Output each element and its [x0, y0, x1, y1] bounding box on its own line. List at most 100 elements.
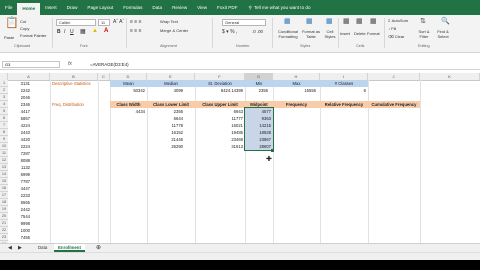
- freq-header-class-width[interactable]: Class Width: [110, 101, 147, 108]
- fx-icon[interactable]: fx: [68, 60, 72, 69]
- tell-me-box[interactable]: ⚲ Tell me what you want to do: [248, 5, 310, 11]
- cell-a-value[interactable]: 4447: [8, 185, 32, 192]
- freq-distribution-label[interactable]: Freq. Distribution: [52, 101, 102, 108]
- row-header[interactable]: 2: [0, 87, 8, 94]
- column-header[interactable]: K: [420, 73, 480, 80]
- cell-a-value[interactable]: 5565: [8, 199, 32, 206]
- row-header[interactable]: 15: [0, 178, 8, 185]
- row-header[interactable]: 9: [0, 136, 8, 143]
- row-header[interactable]: 17: [0, 192, 8, 199]
- stat-value-max[interactable]: 15556: [273, 87, 318, 94]
- lower-limit-cell[interactable]: 11778: [147, 122, 185, 129]
- upper-limit-cell[interactable]: 19485: [195, 129, 245, 136]
- column-header[interactable]: B: [50, 73, 98, 80]
- sort-filter-icon[interactable]: ⇅: [420, 18, 426, 26]
- freq-header-frequency[interactable]: Frequency: [273, 101, 320, 108]
- column-header[interactable]: D: [110, 73, 147, 80]
- row-header[interactable]: 11: [0, 150, 8, 157]
- cell-a-value[interactable]: 3131: [8, 80, 32, 87]
- lower-limit-cell[interactable]: 2356: [147, 108, 185, 115]
- align-left-icons[interactable]: ≡ ≡ ≡: [130, 28, 142, 34]
- copy-button[interactable]: Copy: [20, 26, 29, 31]
- formula-input[interactable]: =AVERAGE(D3:E4): [90, 60, 129, 69]
- paste-icon[interactable]: 📋: [5, 18, 19, 29]
- autosum-button[interactable]: Σ AutoSum: [388, 18, 408, 23]
- cell-a-value[interactable]: 7787: [8, 178, 32, 185]
- cell-a-value[interactable]: 2442: [8, 206, 32, 213]
- cell-a-value[interactable]: 4224: [8, 122, 32, 129]
- bold-button[interactable]: B: [57, 29, 61, 35]
- upper-limit-cell[interactable]: 23469: [195, 136, 245, 143]
- stat-value-classes[interactable]: 6: [320, 87, 368, 94]
- stat-header-min[interactable]: Min: [245, 80, 273, 87]
- delete-cells-button[interactable]: Delete: [354, 31, 366, 36]
- paste-button[interactable]: Paste: [4, 35, 14, 40]
- cell-a-value[interactable]: 8088: [8, 157, 32, 164]
- row-header[interactable]: 19: [0, 206, 8, 213]
- tab-review[interactable]: Review: [167, 0, 192, 15]
- row-header[interactable]: 13: [0, 164, 8, 171]
- freq-header-lower-limit[interactable]: Class Lower Limit: [147, 101, 195, 108]
- stat-value-median[interactable]: 4099: [147, 87, 185, 94]
- class-width-value[interactable]: 4434: [110, 108, 147, 115]
- clear-button[interactable]: ⌫ Clear: [388, 34, 404, 39]
- row-header[interactable]: 21: [0, 220, 8, 227]
- cell-a-value[interactable]: 9998: [8, 220, 32, 227]
- row-header[interactable]: 4: [0, 101, 8, 108]
- tab-file[interactable]: File: [0, 0, 17, 15]
- tab-home[interactable]: Home: [17, 3, 41, 15]
- cell-a-value[interactable]: 2346: [8, 101, 32, 108]
- font-size-buttons[interactable]: Aˆ Aˇ: [113, 19, 124, 25]
- cell-styles-button[interactable]: Cell Styles: [322, 29, 338, 39]
- cell-a-value[interactable]: 7544: [8, 213, 32, 220]
- format-cells-icon[interactable]: ▦: [370, 18, 377, 26]
- underline-button[interactable]: U: [70, 29, 74, 35]
- number-format-select[interactable]: General: [222, 19, 266, 26]
- sheet-tab-enrollment[interactable]: Enrollment: [54, 244, 85, 252]
- merge-center-button[interactable]: Merge & Center: [160, 28, 188, 33]
- align-top-icons[interactable]: ≡ ≡ ≡: [130, 19, 142, 25]
- lower-limit-cell[interactable]: 6644: [147, 115, 185, 122]
- sheet-nav-next-icon[interactable]: ▶: [14, 244, 26, 252]
- cell-a-value[interactable]: 1000: [8, 227, 32, 234]
- tab-draw[interactable]: Draw: [62, 0, 83, 15]
- descriptive-statistics-label[interactable]: Descriptive Statistics: [52, 80, 107, 87]
- decimal-buttons[interactable]: .0 .00: [252, 29, 263, 34]
- cell-a-value[interactable]: 1132: [8, 164, 32, 171]
- freq-header-upper-limit[interactable]: Class Upper Limit: [195, 101, 245, 108]
- stat-value-st-deviation[interactable]: 8424.14399: [195, 87, 245, 94]
- tab-view[interactable]: View: [192, 0, 212, 15]
- borders-icon[interactable]: ▦: [80, 28, 86, 35]
- stat-value-mean[interactable]: 50342: [110, 87, 147, 94]
- stat-value-min[interactable]: 2356: [245, 87, 270, 94]
- find-select-icon[interactable]: 🔍: [441, 18, 450, 26]
- freq-header-relative-frequency[interactable]: Relative Frequency: [320, 101, 368, 108]
- cell-styles-icon[interactable]: ▦: [326, 18, 333, 26]
- row-header[interactable]: 14: [0, 171, 8, 178]
- upper-limit-cell[interactable]: 31613: [195, 143, 245, 150]
- column-header-selected[interactable]: G: [245, 73, 273, 80]
- format-cells-button[interactable]: Format: [367, 31, 380, 36]
- tab-foxit-pdf[interactable]: Foxit PDF: [212, 0, 242, 15]
- cell-a-value[interactable]: 7287: [8, 150, 32, 157]
- fill-button[interactable]: ↓ Fill: [388, 26, 396, 31]
- row-header[interactable]: 6: [0, 115, 8, 122]
- italic-button[interactable]: I: [64, 29, 65, 35]
- row-header[interactable]: 22: [0, 227, 8, 234]
- stat-header-median[interactable]: Median: [147, 80, 195, 87]
- row-header[interactable]: 12: [0, 157, 8, 164]
- row-header[interactable]: 23: [0, 234, 8, 241]
- lower-limit-cell[interactable]: 16152: [147, 129, 185, 136]
- cell-a-value[interactable]: 2046: [8, 94, 32, 101]
- cell-a-value[interactable]: 2224: [8, 143, 32, 150]
- sheet-tab-data[interactable]: Data: [34, 244, 51, 252]
- upper-limit-cell[interactable]: 16021: [195, 122, 245, 129]
- add-sheet-icon[interactable]: ⊕: [92, 244, 105, 252]
- stat-header-max[interactable]: Max: [273, 80, 320, 87]
- upper-limit-cell[interactable]: 6943: [195, 108, 245, 115]
- font-size-select[interactable]: 11: [98, 19, 110, 26]
- cell-a-value[interactable]: 2242: [8, 87, 32, 94]
- cut-button[interactable]: Cut: [20, 19, 26, 24]
- tab-page-layout[interactable]: Page Layout: [82, 0, 118, 15]
- row-header[interactable]: 16: [0, 185, 8, 192]
